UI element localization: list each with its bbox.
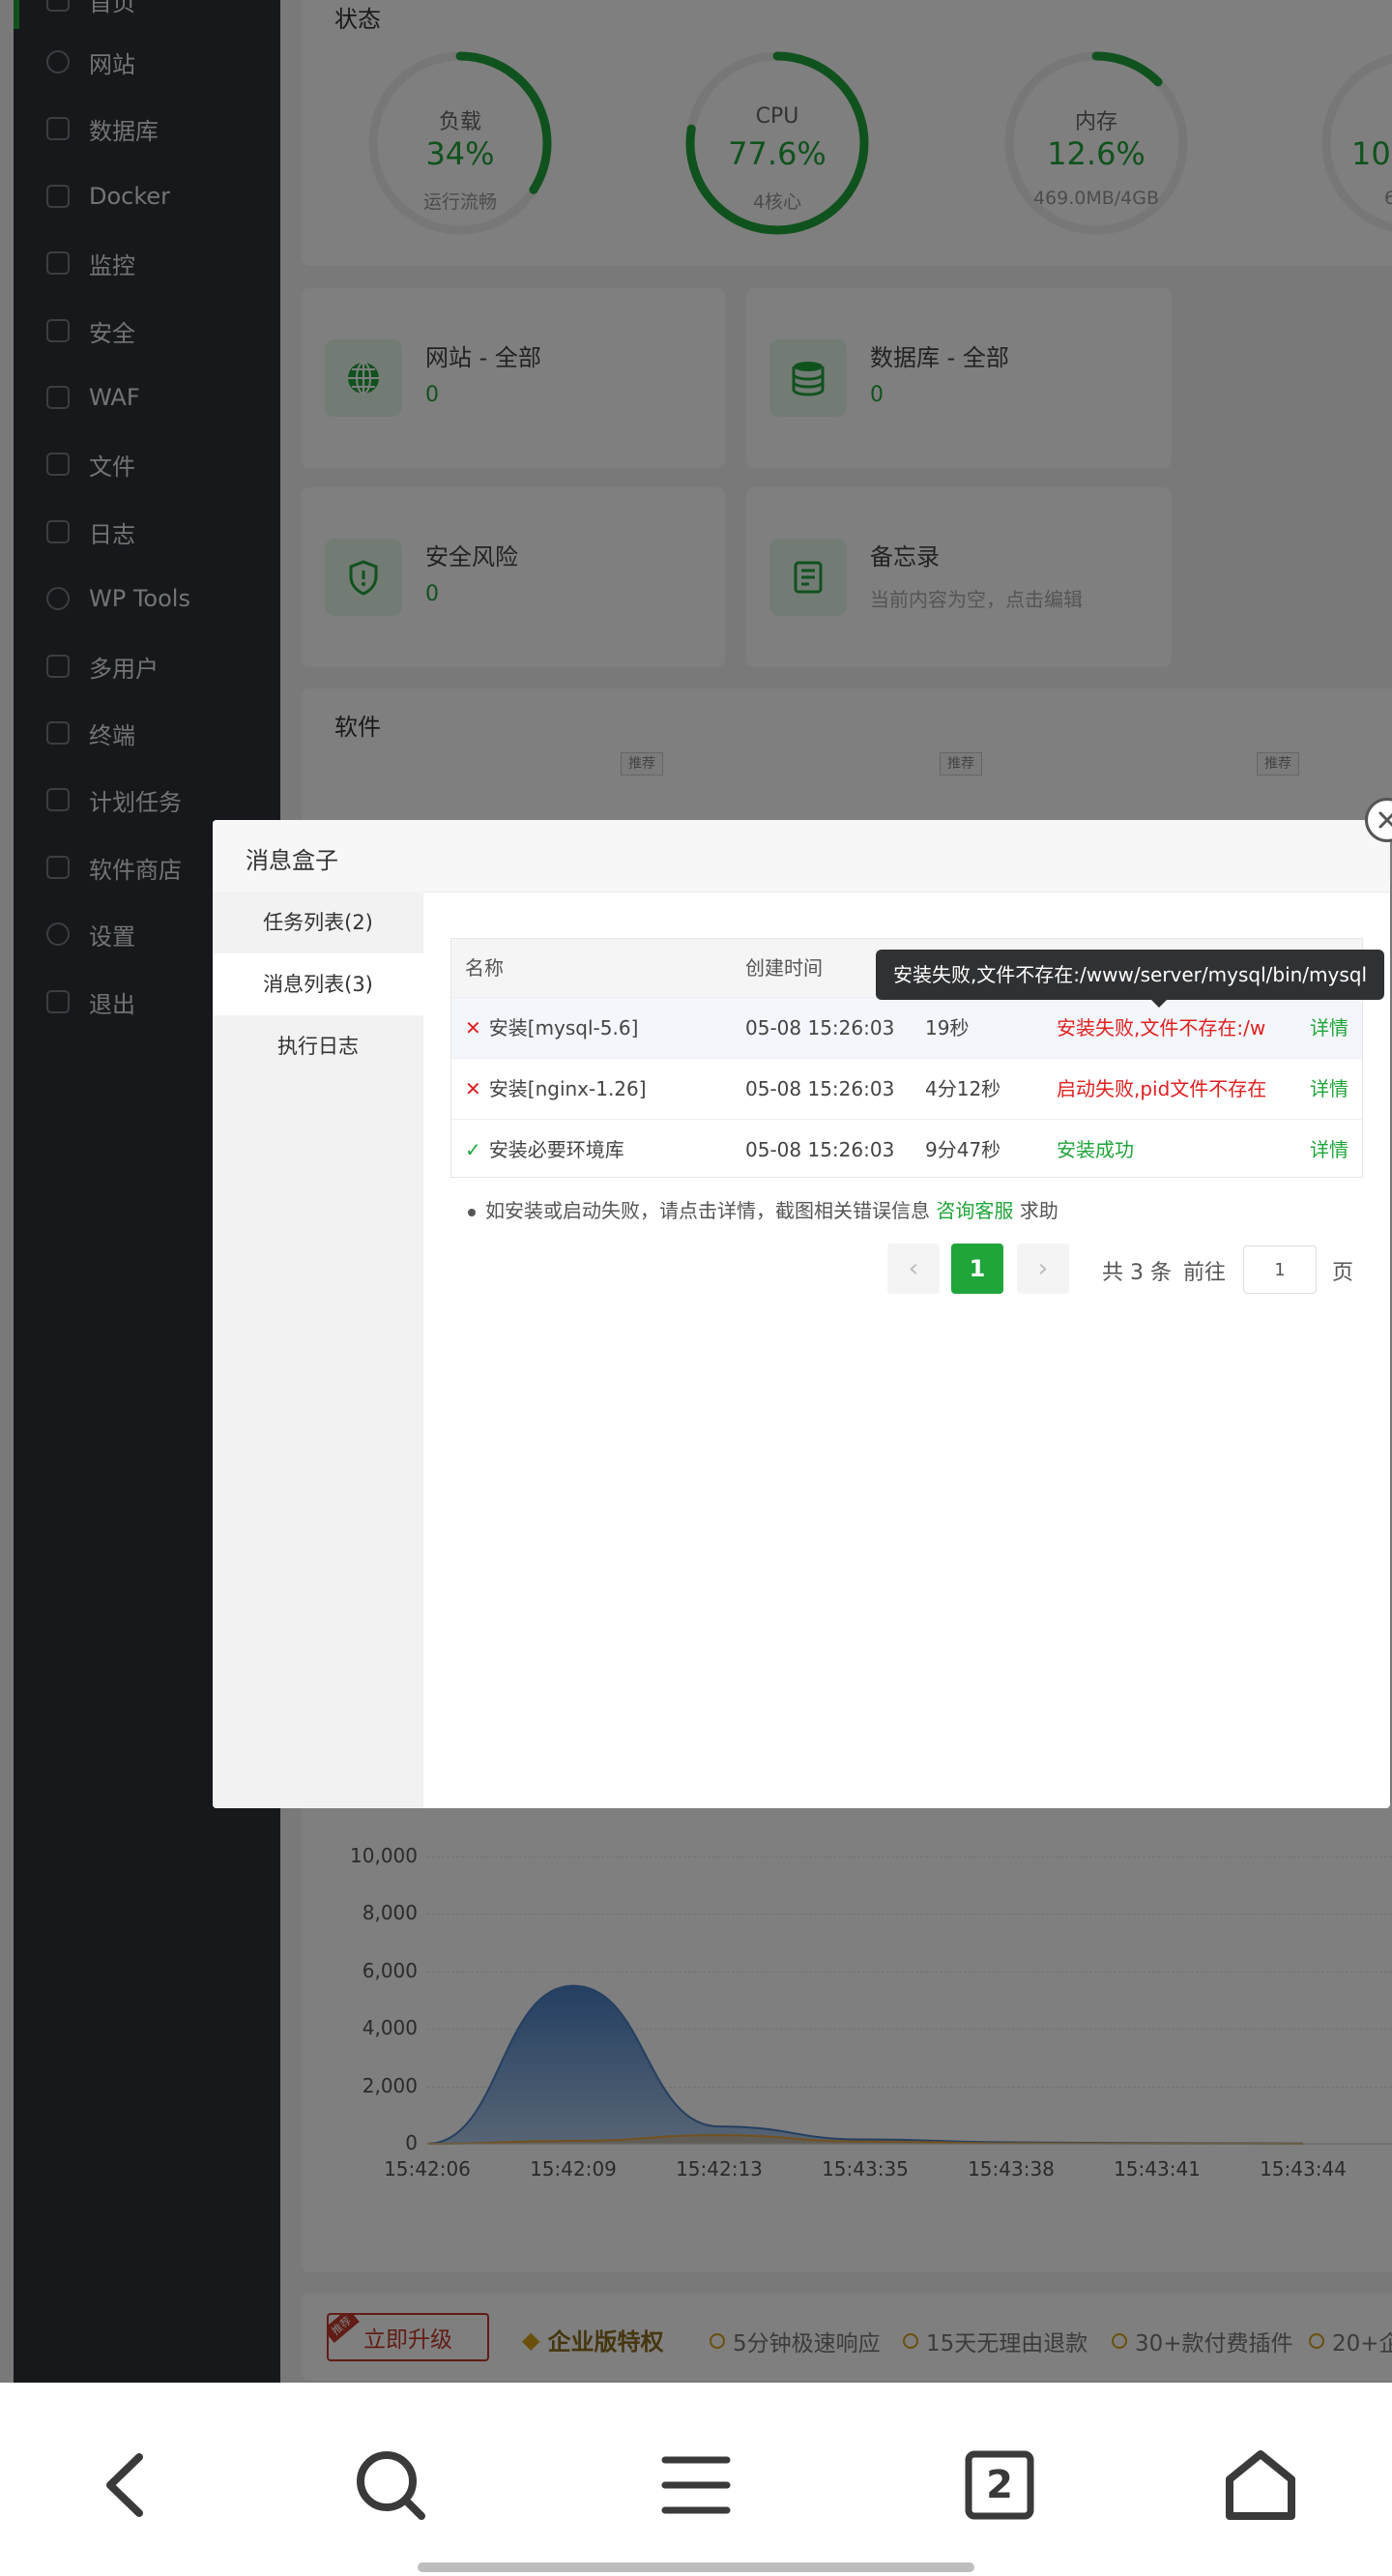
row-detail-link[interactable]: 详情 — [1310, 1059, 1348, 1119]
row-name: ✓ 安装必要环境库 — [465, 1138, 624, 1161]
error-icon: ✕ — [465, 1077, 481, 1100]
chevron-left-icon: ‹ — [908, 1254, 919, 1283]
prev-page-button[interactable]: ‹ — [887, 1244, 940, 1294]
table-row[interactable]: ✓ 安装必要环境库 05-08 15:26:03 9分47秒 安装成功 详情 — [451, 1119, 1362, 1180]
row-duration: 4分12秒 — [925, 1077, 1001, 1100]
help-notice: 如安装或启动失败，请点击详情，截图相关错误信息 咨询客服 求助 — [468, 1195, 1058, 1223]
dialog-header: 消息盒子 — [213, 820, 1390, 893]
row-detail-link[interactable]: 详情 — [1310, 998, 1348, 1058]
tab-exec-log[interactable]: 执行日志 — [213, 1015, 423, 1077]
column-header-time: 创建时间 — [745, 956, 823, 980]
error-icon: ✕ — [465, 1016, 481, 1039]
row-name: ✕ 安装[mysql-5.6] — [465, 1016, 639, 1039]
tab-message-list[interactable]: 消息列表(3) — [213, 953, 423, 1015]
home-indicator[interactable] — [418, 2562, 974, 2572]
row-time: 05-08 15:26:03 — [745, 1077, 895, 1100]
column-header-name: 名称 — [465, 956, 504, 980]
row-duration: 9分47秒 — [925, 1138, 1001, 1161]
chevron-right-icon: › — [1037, 1254, 1049, 1283]
goto-page-input[interactable] — [1243, 1245, 1317, 1294]
tab-count: 2 — [986, 2463, 1013, 2507]
pagination-total: 共 3 条 — [1102, 1261, 1172, 1285]
dialog-title: 消息盒子 — [246, 847, 338, 874]
pagination-page-suffix: 页 — [1332, 1261, 1354, 1285]
status-tooltip: 安装失败,文件不存在:/www/server/mysql/bin/mysql — [876, 950, 1384, 1008]
table-row[interactable]: ✕ 安装[mysql-5.6] 05-08 15:26:03 19秒 安装失败,文… — [451, 997, 1362, 1058]
row-detail-link[interactable]: 详情 — [1310, 1120, 1348, 1180]
menu-button[interactable] — [657, 2446, 735, 2524]
tab-task-list[interactable]: 任务列表(2) — [213, 892, 423, 953]
search-icon — [357, 2451, 425, 2520]
row-name: ✕ 安装[nginx-1.26] — [465, 1077, 647, 1100]
row-duration: 19秒 — [925, 1016, 970, 1039]
back-icon — [106, 2453, 143, 2517]
next-page-button[interactable]: › — [1017, 1244, 1069, 1294]
bullet-icon — [468, 1208, 476, 1216]
check-icon: ✓ — [465, 1138, 481, 1161]
menu-icon — [661, 2456, 731, 2514]
dialog-tabs: 任务列表(2) 消息列表(3) 执行日志 — [213, 892, 423, 1808]
page-1-button[interactable]: 1 — [951, 1244, 1003, 1294]
tabs-button[interactable]: 2 — [961, 2446, 1038, 2524]
search-button[interactable] — [352, 2446, 429, 2524]
close-icon — [1378, 811, 1392, 829]
back-button[interactable] — [89, 2446, 166, 2524]
row-time: 05-08 15:26:03 — [745, 1138, 895, 1161]
home-button[interactable] — [1222, 2446, 1299, 2524]
home-icon — [1226, 2450, 1295, 2520]
pagination-goto-label: 前往 — [1183, 1261, 1227, 1285]
row-time: 05-08 15:26:03 — [745, 1016, 895, 1039]
table-row[interactable]: ✕ 安装[nginx-1.26] 05-08 15:26:03 4分12秒 启动失… — [451, 1058, 1362, 1119]
contact-support-link[interactable]: 咨询客服 — [936, 1199, 1013, 1222]
row-status[interactable]: 安装成功 — [1057, 1120, 1271, 1180]
row-status[interactable]: 启动失败,pid文件不存在 — [1057, 1059, 1271, 1119]
